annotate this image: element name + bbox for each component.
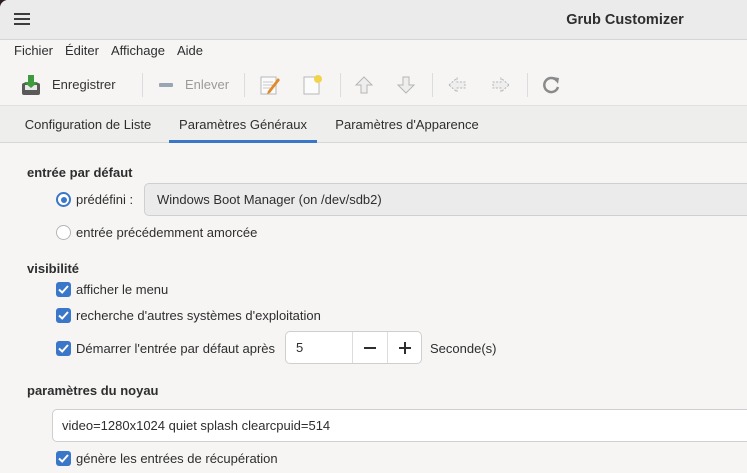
arrow-up-icon: [354, 75, 374, 93]
timeout-spinbutton[interactable]: 5: [285, 331, 422, 364]
checkmark-icon: [58, 454, 69, 463]
remove-button[interactable]: Enlever: [157, 63, 229, 106]
new-entry-button[interactable]: [301, 63, 323, 106]
arrow-left-dashed-icon: [448, 76, 466, 93]
menu-affichage[interactable]: Affichage: [105, 40, 171, 63]
app-window: Grub Customizer Fichier Éditer Affichage…: [0, 0, 747, 473]
save-label: Enregistrer: [52, 77, 116, 92]
arrow-right-dashed-icon: [492, 76, 510, 93]
tab-bar: Configuration de Liste Paramètres Généra…: [0, 106, 747, 143]
save-icon: [22, 74, 40, 95]
os-prober-label: recherche d'autres systèmes d'exploitati…: [76, 308, 321, 323]
remove-label: Enlever: [185, 77, 230, 92]
default-entry-heading: entrée par défaut: [27, 165, 133, 180]
toolbar-separator: [142, 73, 143, 97]
general-settings-panel: entrée par défaut prédéfini : Windows Bo…: [0, 143, 747, 473]
toolbar-separator: [432, 73, 433, 97]
arrow-down-icon: [396, 76, 416, 94]
menu-fichier[interactable]: Fichier: [8, 40, 59, 63]
title-bar: Grub Customizer: [0, 0, 747, 40]
previous-entry-radio[interactable]: [56, 225, 71, 240]
toolbar-separator: [527, 73, 528, 97]
default-entry-select[interactable]: Windows Boot Manager (on /dev/sdb2): [144, 183, 747, 216]
menu-bar: Fichier Éditer Affichage Aide: [0, 40, 747, 63]
recovery-label: génère les entrées de récupération: [76, 451, 278, 466]
edit-entry-button[interactable]: [259, 63, 281, 106]
os-prober-checkbox[interactable]: [56, 308, 71, 323]
move-down-button[interactable]: [395, 63, 417, 106]
checkmark-icon: [58, 344, 69, 353]
edit-pencil-icon: [260, 76, 280, 94]
predefined-label: prédéfini :: [76, 192, 134, 207]
menu-aide[interactable]: Aide: [171, 40, 209, 63]
recovery-checkbox[interactable]: [56, 451, 71, 466]
kernel-params-input[interactable]: video=1280x1024 quiet splash clearcpuid=…: [52, 409, 747, 442]
timeout-unit: Seconde(s): [430, 341, 497, 356]
timeout-label: Démarrer l'entrée par défaut après: [76, 341, 276, 356]
save-button[interactable]: Enregistrer: [20, 63, 116, 106]
toolbar-separator: [244, 73, 245, 97]
toolbar: Enregistrer Enlever: [0, 63, 747, 106]
reload-button[interactable]: [540, 63, 562, 106]
timeout-value[interactable]: 5: [296, 332, 303, 363]
predefined-radio[interactable]: [56, 192, 71, 207]
new-document-icon: [303, 74, 322, 94]
previous-entry-label: entrée précédemment amorcée: [76, 225, 258, 240]
move-left-button[interactable]: [446, 63, 468, 106]
move-up-button[interactable]: [353, 63, 375, 106]
plus-icon: [398, 341, 411, 354]
decrement-button[interactable]: [352, 332, 386, 363]
visibility-heading: visibilité: [27, 261, 80, 276]
toolbar-separator: [340, 73, 341, 97]
reload-icon: [543, 76, 560, 93]
show-menu-label: afficher le menu: [76, 282, 169, 297]
window-title: Grub Customizer: [566, 12, 684, 28]
menu-editer[interactable]: Éditer: [59, 40, 105, 63]
kernel-params-heading: paramètres du noyau: [27, 383, 159, 398]
tab-parametres-generaux[interactable]: Paramètres Généraux: [169, 106, 317, 143]
hamburger-menu-icon[interactable]: [14, 13, 30, 27]
tab-configuration-de-liste[interactable]: Configuration de Liste: [18, 106, 158, 143]
increment-button[interactable]: [387, 332, 421, 363]
minus-icon: [159, 82, 173, 87]
move-right-button[interactable]: [490, 63, 512, 106]
minus-icon: [363, 346, 376, 349]
timeout-checkbox[interactable]: [56, 341, 71, 356]
tab-parametres-apparence[interactable]: Paramètres d'Apparence: [327, 106, 487, 143]
checkmark-icon: [58, 311, 69, 320]
show-menu-checkbox[interactable]: [56, 282, 71, 297]
checkmark-icon: [58, 285, 69, 294]
